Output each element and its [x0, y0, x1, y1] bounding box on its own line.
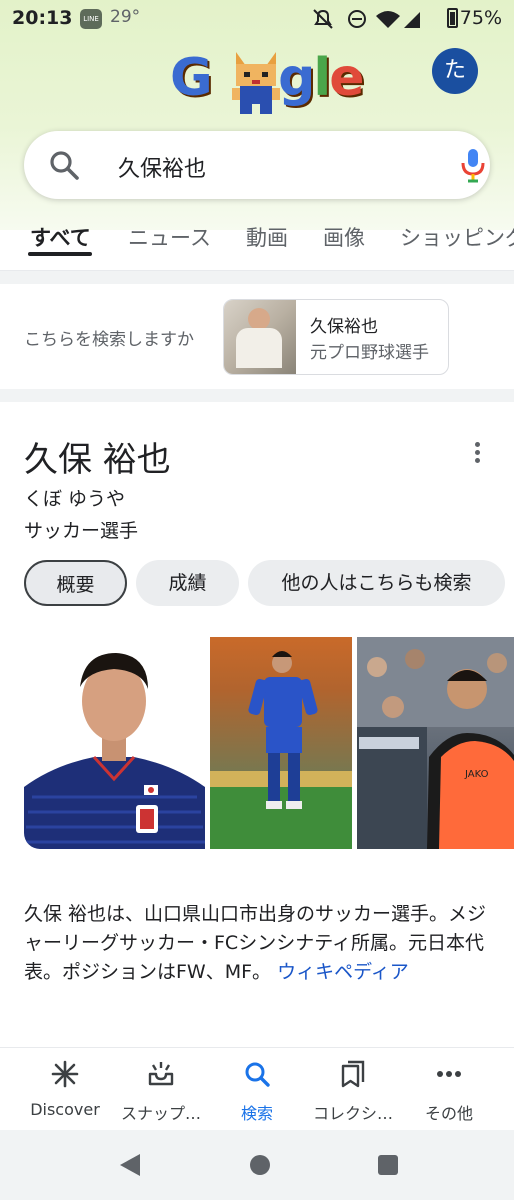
tab-videos[interactable]: 動画 — [246, 222, 288, 252]
nav-collections[interactable]: コレクシ… — [303, 1048, 403, 1130]
search-icon[interactable] — [48, 149, 80, 181]
status-bar: 20:13 LINE 29° 75% — [0, 0, 514, 38]
logo-letter: l — [313, 48, 331, 108]
wifi-icon — [376, 11, 400, 28]
svg-text:JAKO: JAKO — [464, 769, 489, 780]
system-navigation-bar — [0, 1130, 514, 1200]
chip-stats[interactable]: 成績 — [136, 560, 239, 606]
nav-discover[interactable]: Discover — [15, 1048, 115, 1130]
account-avatar[interactable]: た — [432, 48, 478, 94]
signal-icon — [404, 12, 420, 28]
doodle-cat-icon — [232, 52, 280, 114]
line-app-icon: LINE — [80, 9, 102, 29]
did-you-mean-card[interactable]: 久保裕也 元プロ野球選手 — [223, 299, 449, 375]
search-input[interactable]: 久保裕也 — [118, 151, 206, 183]
tab-shopping[interactable]: ショッピング — [400, 222, 514, 252]
nav-label: その他 — [424, 1104, 473, 1123]
tab-images[interactable]: 画像 — [323, 222, 365, 252]
recent-apps-icon[interactable] — [378, 1155, 398, 1175]
player-photo-3[interactable]: JAKO — [357, 637, 514, 849]
search-tabs: すべて ニュース 動画 画像 ショッピング — [0, 214, 514, 270]
name-reading: くぼ ゆうや — [24, 488, 126, 510]
chip-people-also-search[interactable]: 他の人はこちらも検索 — [248, 560, 505, 606]
tab-all[interactable]: すべて — [30, 222, 91, 252]
nav-label: Discover — [30, 1100, 100, 1119]
entity-type: サッカー選手 — [24, 520, 139, 542]
player-photo-1[interactable] — [24, 637, 205, 849]
logo-letter: e — [329, 48, 364, 108]
snapshot-tray-icon — [148, 1062, 174, 1086]
nav-snapshot[interactable]: スナップ… — [111, 1048, 211, 1130]
more-vert-icon[interactable] — [470, 440, 484, 464]
home-icon[interactable] — [250, 1155, 270, 1175]
more-horiz-icon — [437, 1071, 461, 1077]
player-photo-2[interactable] — [210, 637, 352, 849]
logo-letter: G — [170, 48, 213, 108]
nav-more[interactable]: その他 — [399, 1048, 499, 1130]
search-box[interactable]: 久保裕也 — [24, 131, 490, 199]
battery-level: 75% — [459, 7, 502, 29]
nav-search[interactable]: 検索 — [207, 1048, 307, 1130]
temperature: 29° — [110, 7, 141, 27]
did-you-mean-name: 久保裕也 — [310, 317, 378, 337]
clock: 20:13 — [12, 7, 73, 29]
baseball-player-thumbnail — [224, 300, 296, 374]
knowledge-panel-title: 久保 裕也 — [24, 440, 171, 480]
battery-icon — [447, 8, 458, 28]
dnd-icon — [348, 10, 366, 28]
entity-description: 久保 裕也は、山口県山口市出身のサッカー選手。メジャーリーグサッカー・FCシンシ… — [24, 900, 494, 987]
back-icon[interactable] — [120, 1154, 140, 1176]
microphone-icon[interactable] — [460, 147, 486, 183]
search-icon — [245, 1062, 270, 1087]
did-you-mean-description: 元プロ野球選手 — [310, 343, 429, 363]
divider — [0, 389, 514, 402]
did-you-mean-label: こちらを検索しますか — [24, 330, 194, 350]
collections-icon — [341, 1060, 365, 1088]
tab-news[interactable]: ニュース — [128, 222, 211, 252]
nav-label: コレクシ… — [312, 1104, 393, 1123]
divider — [0, 270, 514, 284]
active-tab-indicator — [28, 252, 92, 256]
bottom-navigation: Discover スナップ… 検索 コレクシ… その他 — [0, 1047, 514, 1130]
nav-label: 検索 — [240, 1104, 273, 1123]
nav-label: スナップ… — [120, 1104, 201, 1123]
mute-icon — [313, 9, 333, 29]
description-text: 久保 裕也は、山口県山口市出身のサッカー選手。メジャーリーグサッカー・FCシンシ… — [24, 903, 487, 983]
wikipedia-link[interactable]: ウィキペディア — [277, 961, 409, 983]
chip-overview[interactable]: 概要 — [24, 560, 127, 606]
asterisk-icon — [51, 1060, 79, 1088]
status-icons — [313, 9, 420, 29]
